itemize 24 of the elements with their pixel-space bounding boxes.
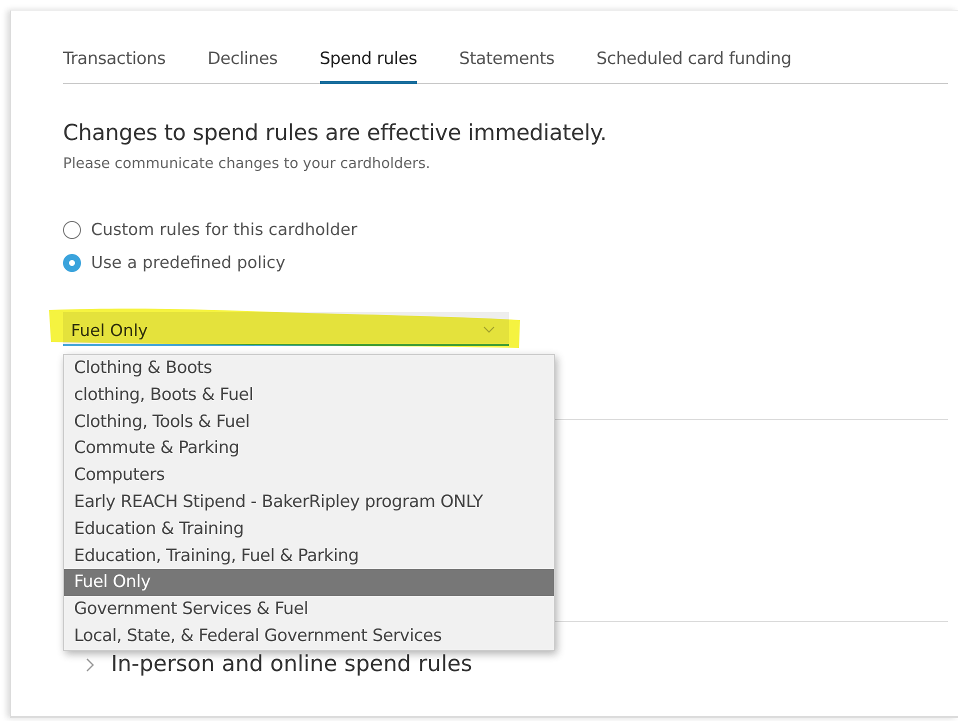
dropdown-option[interactable]: Education & Training	[64, 516, 554, 543]
tab[interactable]: Spend rules	[320, 45, 418, 84]
dropdown-option[interactable]: Fuel Only	[64, 569, 554, 596]
dropdown-option[interactable]: clothing, Boots & Fuel	[64, 382, 554, 409]
radio-button[interactable]	[63, 254, 81, 272]
tab[interactable]: Statements	[459, 45, 554, 84]
radio-label[interactable]: Use a predefined policy	[91, 253, 286, 272]
dropdown-option[interactable]: Government Services & Fuel	[64, 596, 554, 623]
dropdown-option[interactable]: Local, State, & Federal Government Services	[64, 622, 554, 650]
dropdown-option[interactable]: Clothing & Boots	[64, 355, 554, 382]
dropdown-option[interactable]: Education, Training, Fuel & Parking	[64, 542, 554, 570]
tab[interactable]: Transactions	[63, 45, 166, 84]
tab[interactable]: Declines	[208, 45, 278, 84]
tab[interactable]: Scheduled card funding	[596, 45, 792, 84]
page-subheading: Please communicate changes to your cardholders.	[63, 156, 432, 172]
dropdown-option[interactable]: Commute & Parking	[64, 435, 554, 462]
chevron-right-icon[interactable]	[85, 656, 95, 672]
dropdown-option[interactable]: Computers	[64, 462, 554, 489]
page-heading: Changes to spend rules are effective immediately.	[63, 121, 608, 146]
radio-label[interactable]: Custom rules for this cardholder	[91, 220, 358, 239]
dropdown-option[interactable]: Clothing, Tools & Fuel	[64, 408, 554, 436]
section-title[interactable]: In-person and online spend rules	[111, 652, 472, 677]
radio-button[interactable]	[63, 220, 81, 238]
dropdown-option[interactable]: Early REACH Stipend - BakerRipley program ONLY	[64, 488, 554, 516]
